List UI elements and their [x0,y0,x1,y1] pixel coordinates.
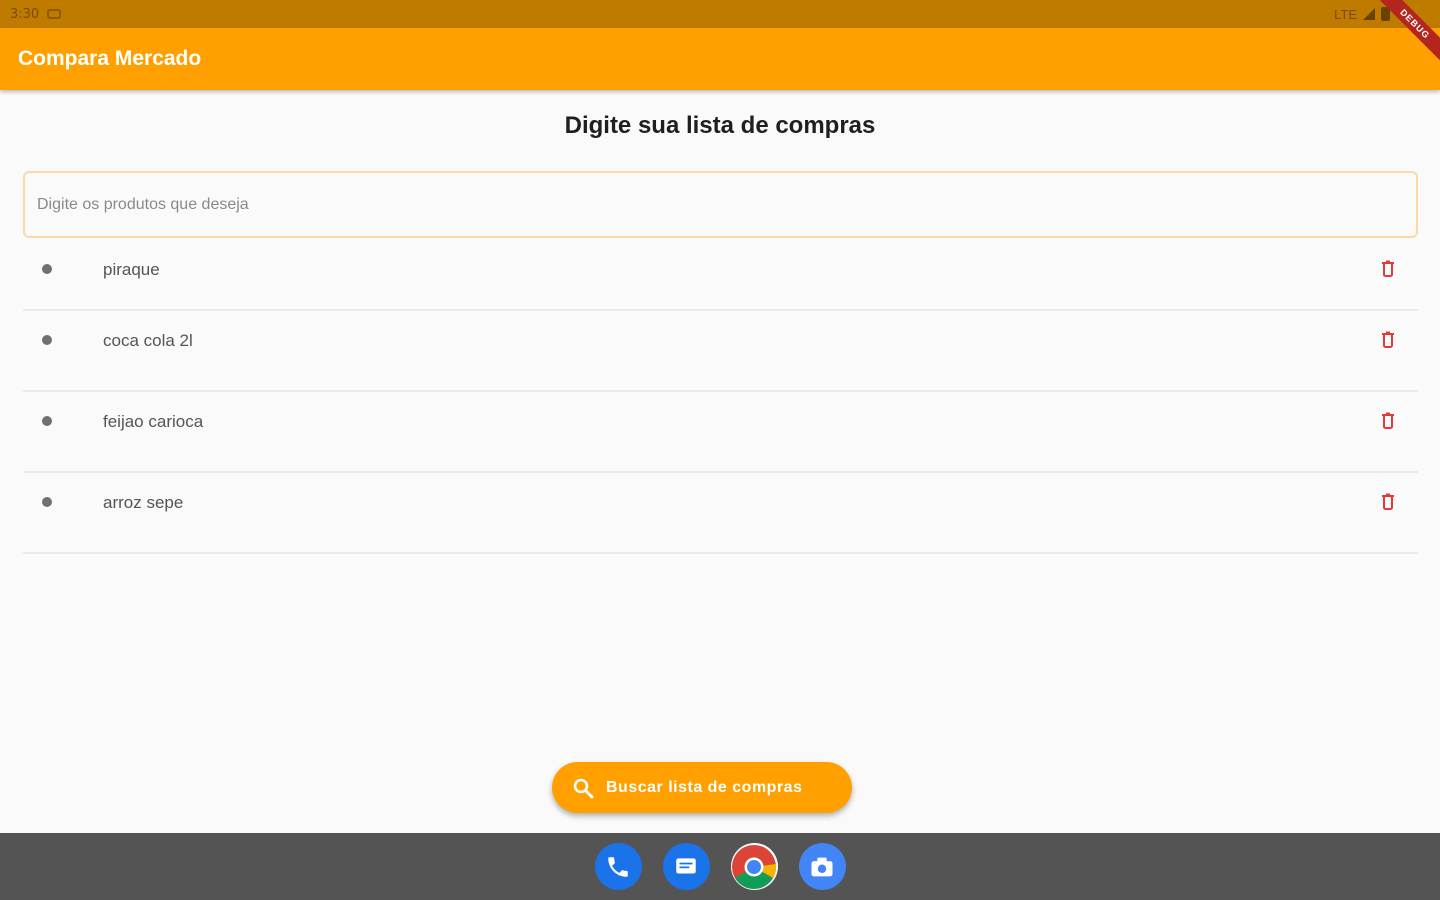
delete-icon[interactable] [1380,260,1396,278]
shopping-list: piraque coca cola 2l feijao carioca arro… [23,240,1418,554]
list-item: arroz sepe [23,473,1418,554]
phone-icon[interactable] [594,843,642,890]
list-item: coca cola 2l [23,311,1418,392]
list-item-label: piraque [103,260,160,279]
list-item-label: arroz sepe [103,493,184,512]
bullet-icon [42,264,52,274]
delete-icon[interactable] [1380,493,1396,511]
messages-icon[interactable] [662,843,710,890]
list-item-label: feijao carioca [103,412,204,431]
bullet-icon [42,335,52,345]
app-title: Compara Mercado [18,47,202,70]
notification-icon [47,9,62,19]
debug-banner-label: DEBUG [1370,0,1440,69]
list-item: piraque [23,240,1418,311]
delete-icon[interactable] [1380,412,1396,430]
product-input[interactable] [23,171,1418,238]
search-icon [573,778,594,798]
list-item-label: coca cola 2l [103,331,193,350]
status-bar: 3:30 LTE [0,0,1440,28]
app-dock [0,833,1440,900]
search-list-label: Buscar lista de compras [606,778,803,796]
search-list-button[interactable]: Buscar lista de compras [552,762,852,813]
status-time: 3:30 [10,6,40,22]
camera-icon[interactable] [798,843,846,890]
page-heading: Digite sua lista de compras [564,112,876,139]
debug-banner: DEBUG [1350,0,1440,90]
list-item: feijao carioca [23,392,1418,473]
bullet-icon [42,416,52,426]
app-bar: Compara Mercado [0,28,1440,90]
bullet-icon [42,497,52,507]
delete-icon[interactable] [1380,331,1396,349]
chrome-icon[interactable] [730,843,778,890]
